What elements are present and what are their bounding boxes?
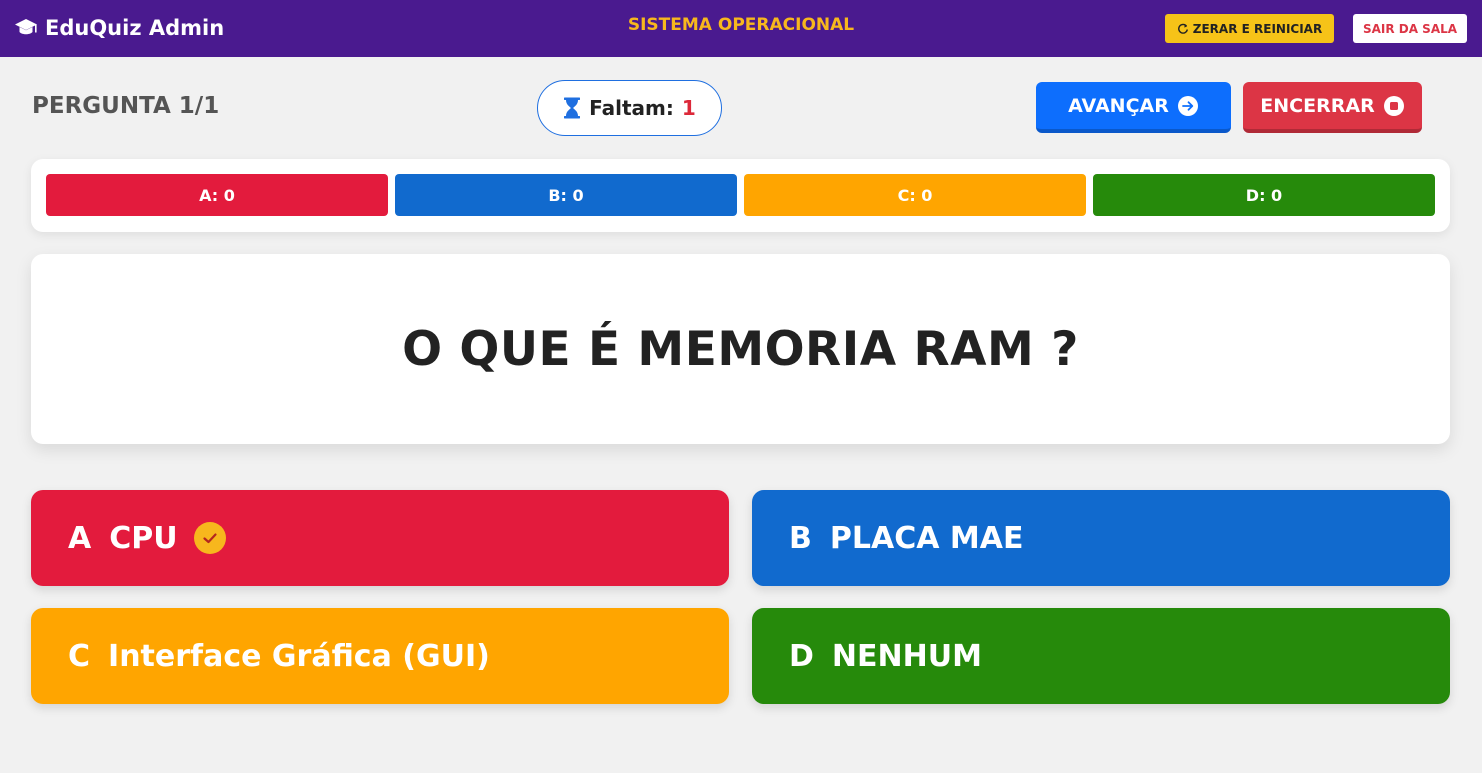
stat-a: A: 0 bbox=[46, 174, 388, 216]
reset-button[interactable]: ZERAR E REINICIAR bbox=[1165, 14, 1334, 43]
stat-d: D: 0 bbox=[1093, 174, 1435, 216]
end-label: ENCERRAR bbox=[1260, 94, 1375, 117]
advance-button[interactable]: AVANÇAR bbox=[1036, 82, 1231, 133]
question-card: O QUE É MEMORIA RAM ? bbox=[31, 254, 1450, 444]
stat-b: B: 0 bbox=[395, 174, 737, 216]
timer-badge: Faltam: 1 bbox=[537, 80, 722, 136]
leave-room-button[interactable]: SAIR DA SALA bbox=[1353, 14, 1467, 43]
answer-letter: C bbox=[68, 638, 91, 674]
end-button[interactable]: ENCERRAR bbox=[1243, 82, 1422, 133]
answer-text: Interface Gráfica (GUI) bbox=[108, 638, 490, 674]
answer-text: CPU bbox=[109, 520, 178, 556]
hourglass-icon bbox=[564, 97, 581, 119]
top-navbar: EduQuiz Admin SISTEMA OPERACIONAL ZERAR … bbox=[0, 0, 1482, 57]
timer-value: 1 bbox=[681, 96, 696, 120]
arrow-right-circle-icon bbox=[1177, 95, 1198, 116]
question-counter: PERGUNTA 1/1 bbox=[32, 93, 220, 119]
answer-letter: B bbox=[789, 520, 812, 556]
stop-circle-icon bbox=[1383, 95, 1404, 116]
answer-letter: A bbox=[68, 520, 92, 556]
question-text: O QUE É MEMORIA RAM ? bbox=[402, 321, 1079, 377]
answer-option-c[interactable]: C Interface Gráfica (GUI) bbox=[31, 608, 729, 704]
advance-label: AVANÇAR bbox=[1068, 94, 1169, 117]
check-circle-icon bbox=[193, 522, 226, 554]
brand[interactable]: EduQuiz Admin bbox=[14, 14, 224, 42]
answer-text: PLACA MAE bbox=[829, 520, 1024, 556]
answer-option-d[interactable]: D NENHUM bbox=[752, 608, 1450, 704]
answer-option-a[interactable]: A CPU bbox=[31, 490, 729, 586]
reset-label: ZERAR E REINICIAR bbox=[1192, 21, 1323, 36]
answer-option-b[interactable]: B PLACA MAE bbox=[752, 490, 1450, 586]
refresh-icon bbox=[1177, 23, 1188, 34]
stat-c: C: 0 bbox=[744, 174, 1086, 216]
answer-letter: D bbox=[789, 638, 814, 674]
room-title: SISTEMA OPERACIONAL bbox=[627, 15, 855, 35]
answer-stats-bar: A: 0 B: 0 C: 0 D: 0 bbox=[31, 159, 1450, 232]
graduation-cap-icon bbox=[15, 19, 37, 35]
brand-name: EduQuiz Admin bbox=[45, 16, 225, 40]
timer-label: Faltam: bbox=[589, 96, 674, 120]
answer-text: NENHUM bbox=[831, 638, 982, 674]
